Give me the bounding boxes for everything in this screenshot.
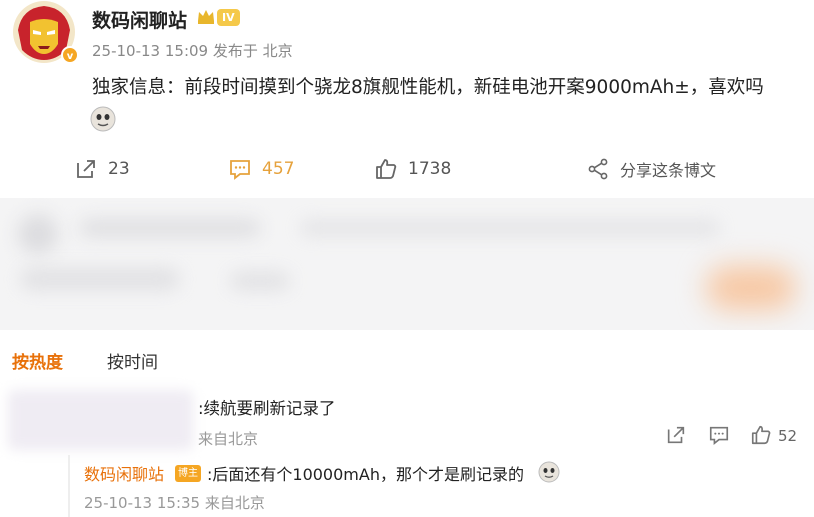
comment-button[interactable]: 457 [228,155,294,183]
reply-username[interactable]: 数码闲聊站 [84,461,164,485]
svg-text:v: v [67,51,74,62]
comment-text: :续航要刷新记录了 [198,399,336,418]
repost-icon [77,160,95,178]
repost-icon [667,426,685,444]
like-count: 1738 [408,159,452,179]
reply-meta: 25-10-13 15:35 来自北京 [84,494,265,512]
author-badge: 博主 [175,465,201,482]
thumbs-up-icon [751,425,771,445]
comment-location: 来自北京 [198,430,259,448]
crown-icon [196,7,216,25]
level-badge: IV [217,9,240,26]
doge-emoji-icon [538,461,560,483]
share-button[interactable]: 分享这条博文 [586,155,716,183]
like-button[interactable]: 1738 [374,155,451,183]
post-text: 独家信息：前段时间摸到个骁龙8旗舰性能机，新硅电池开案9000mAh±，喜欢吗 [92,77,764,98]
comment-like-button[interactable] [750,424,772,446]
reply-text: :后面还有个10000mAh，那个才是刷记录的 [207,465,524,484]
sort-time-tab[interactable]: 按时间 [107,348,158,373]
repost-button[interactable]: 23 [74,155,130,183]
comment-count: 457 [262,159,295,179]
blurred-region [0,198,814,330]
share-icon [588,158,608,180]
repost-count: 23 [108,159,130,179]
sort-hot-tab[interactable]: 按热度 [12,348,63,373]
comment-icon [709,426,729,445]
iron-man-avatar-icon: v [13,1,79,64]
comment-icon [230,160,250,180]
comment-repost-button[interactable] [665,424,687,446]
avatar[interactable]: v [8,0,80,64]
post-username[interactable]: 数码闲聊站 [92,6,187,33]
comment-like-count: 52 [778,427,798,445]
blurred-commenter [8,390,193,450]
comment-reply-button[interactable] [708,424,730,446]
doge-emoji-icon [90,106,116,132]
share-label: 分享这条博文 [620,161,717,180]
thumbs-up-icon [376,159,397,179]
post-meta: 25-10-13 15:09 发布于 北京 [92,42,293,60]
